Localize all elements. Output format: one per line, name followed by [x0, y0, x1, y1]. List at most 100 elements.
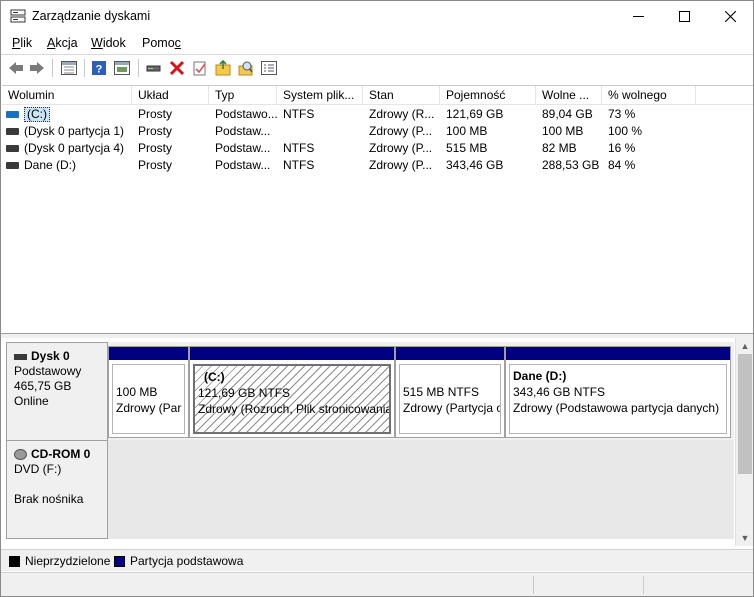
disk-name: Dysk 0 [31, 349, 70, 363]
volume-free-space: 89,04 GB [542, 107, 593, 121]
volume-name: (Dysk 0 partycja 1) [24, 124, 125, 138]
partition-size: 343,46 GB NTFS [513, 385, 606, 399]
unallocated-swatch-icon [9, 555, 20, 567]
new-folder-button[interactable] [213, 58, 233, 78]
menu-bar: Plik Akcja Widok Pomoc [1, 32, 753, 54]
disk-layout-pane: Dysk 0 Podstawowy 465,75 GB Online 100 M… [2, 338, 735, 546]
system-volume-icon [6, 111, 19, 118]
cdrom-0-label[interactable]: CD-ROM 0 DVD (F:) Brak nośnika [6, 440, 108, 539]
legend-label: Nieprzydzielone [25, 554, 111, 568]
partition-status: Zdrowy (Partycja o [403, 401, 501, 415]
volume-capacity: 515 MB [446, 141, 488, 155]
toolbar-separator [138, 59, 139, 77]
search-button[interactable] [236, 58, 256, 78]
volume-list: Wolumin Układ Typ System plik... Stan Po… [2, 85, 753, 332]
volume-file-system: NTFS [283, 141, 315, 155]
minimize-icon [632, 15, 644, 17]
hard-disk-icon [14, 353, 27, 360]
delete-button[interactable] [167, 58, 187, 78]
minimize-button[interactable] [615, 1, 661, 31]
toolbar-separator [84, 59, 85, 77]
partition-details: 100 MB Zdrowy (Par [112, 364, 185, 434]
column-header-layout[interactable]: Układ [132, 86, 209, 105]
column-header-volume[interactable]: Wolumin [2, 86, 132, 105]
volume-capacity: 343,46 GB [446, 158, 504, 172]
volume-free-space: 100 MB [542, 124, 584, 138]
cdrom-empty-area[interactable] [108, 440, 734, 539]
status-bar [1, 572, 753, 596]
column-header-file-system[interactable]: System plik... [277, 86, 363, 105]
primary-partition-bar [190, 347, 394, 360]
legend-primary-partition: Partycja podstawowa [114, 554, 243, 568]
connect-drive-button[interactable] [144, 58, 164, 78]
legend-label: Partycja podstawowa [130, 554, 244, 568]
cdrom-state: Brak nośnika [14, 492, 84, 506]
status-separator [533, 576, 534, 594]
column-header-free-space[interactable]: Wolne ... [536, 86, 602, 105]
menu-help[interactable]: Pomoc [142, 36, 181, 50]
volume-type: Podstaw... [215, 124, 271, 138]
volume-name: Dane (D:) [24, 158, 77, 172]
volume-free-space: 288,53 GB [542, 158, 600, 172]
legend-bar: Nieprzydzielone Partycja podstawowa [1, 549, 753, 571]
show-hide-pane-button[interactable] [112, 58, 132, 78]
volume-type: Podstaw... [215, 141, 271, 155]
column-header-type[interactable]: Typ [209, 86, 277, 105]
maximize-button[interactable] [661, 1, 707, 31]
maximize-icon [678, 10, 690, 22]
status-separator [643, 576, 644, 594]
checklist-button[interactable] [190, 58, 210, 78]
menu-file[interactable]: Plik [12, 36, 32, 50]
volume-name: (C:) [24, 107, 50, 122]
scroll-down-icon[interactable]: ▼ [736, 530, 754, 546]
column-header-status[interactable]: Stan [363, 86, 440, 105]
cdrom-type: DVD (F:) [14, 462, 62, 476]
volume-row[interactable]: (C:) Prosty Podstawo... NTFS Zdrowy (R..… [2, 106, 753, 123]
window-title: Zarządzanie dyskami [32, 9, 151, 23]
back-button[interactable] [6, 58, 26, 78]
forward-button[interactable] [27, 58, 47, 78]
title-bar: Zarządzanie dyskami [1, 1, 753, 31]
volume-row[interactable]: (Dysk 0 partycja 4) Prosty Podstaw... NT… [2, 140, 753, 157]
scrollbar-thumb[interactable] [738, 354, 752, 474]
partition-size: 515 MB NTFS [403, 385, 480, 399]
scroll-up-icon[interactable]: ▲ [736, 338, 754, 354]
column-header-capacity[interactable]: Pojemność [440, 86, 536, 105]
column-header-percent-free[interactable]: % wolnego [602, 86, 696, 105]
volume-percent-free: 84 % [608, 158, 636, 172]
properties-grid-button[interactable] [59, 58, 79, 78]
disk-management-app-icon [10, 9, 26, 23]
volume-percent-free: 73 % [608, 107, 636, 121]
disk-management-window: Zarządzanie dyskami Plik Akcja Widok Pom… [0, 0, 754, 597]
volume-row[interactable]: Dane (D:) Prosty Podstaw... NTFS Zdrowy … [2, 157, 753, 174]
volume-status: Zdrowy (P... [369, 158, 433, 172]
vertical-scrollbar[interactable]: ▲ ▼ [735, 338, 753, 546]
volume-row[interactable]: (Dysk 0 partycja 1) Prosty Podstaw... Zd… [2, 123, 753, 140]
toolbar: ? [1, 55, 753, 81]
cdrom-0-row: CD-ROM 0 DVD (F:) Brak nośnika [6, 440, 734, 539]
volume-file-system: NTFS [283, 158, 315, 172]
partition-block[interactable]: 515 MB NTFS Zdrowy (Partycja o [395, 346, 505, 438]
close-button[interactable] [707, 1, 753, 31]
partition-details: (C:) 121,69 GB NTFS Zdrowy (Rozruch, Pli… [193, 364, 391, 434]
partition-block-selected[interactable]: (C:) 121,69 GB NTFS Zdrowy (Rozruch, Pli… [189, 346, 395, 438]
volume-free-space: 82 MB [542, 141, 577, 155]
volume-percent-free: 16 % [608, 141, 636, 155]
menu-view[interactable]: Widok [91, 36, 126, 50]
volume-status: Zdrowy (R... [369, 107, 435, 121]
partition-block[interactable]: 100 MB Zdrowy (Par [108, 346, 189, 438]
show-hide-pane-icon [114, 61, 130, 75]
disk-0-label[interactable]: Dysk 0 Podstawowy 465,75 GB Online [6, 342, 108, 442]
properties-list-icon [261, 61, 277, 75]
menu-action[interactable]: Akcja [47, 36, 78, 50]
help-icon: ? [92, 61, 106, 76]
partition-block[interactable]: Dane (D:) 343,46 GB NTFS Zdrowy (Podstaw… [505, 346, 731, 438]
partition-name [403, 368, 497, 384]
help-button[interactable]: ? [89, 58, 109, 78]
primary-partition-bar [396, 347, 504, 360]
cd-rom-icon [14, 449, 27, 460]
disk-state: Online [14, 394, 49, 408]
volume-name-cell: (Dysk 0 partycja 1) [2, 123, 132, 140]
properties-list-button[interactable] [259, 58, 279, 78]
primary-partition-bar [109, 347, 188, 360]
